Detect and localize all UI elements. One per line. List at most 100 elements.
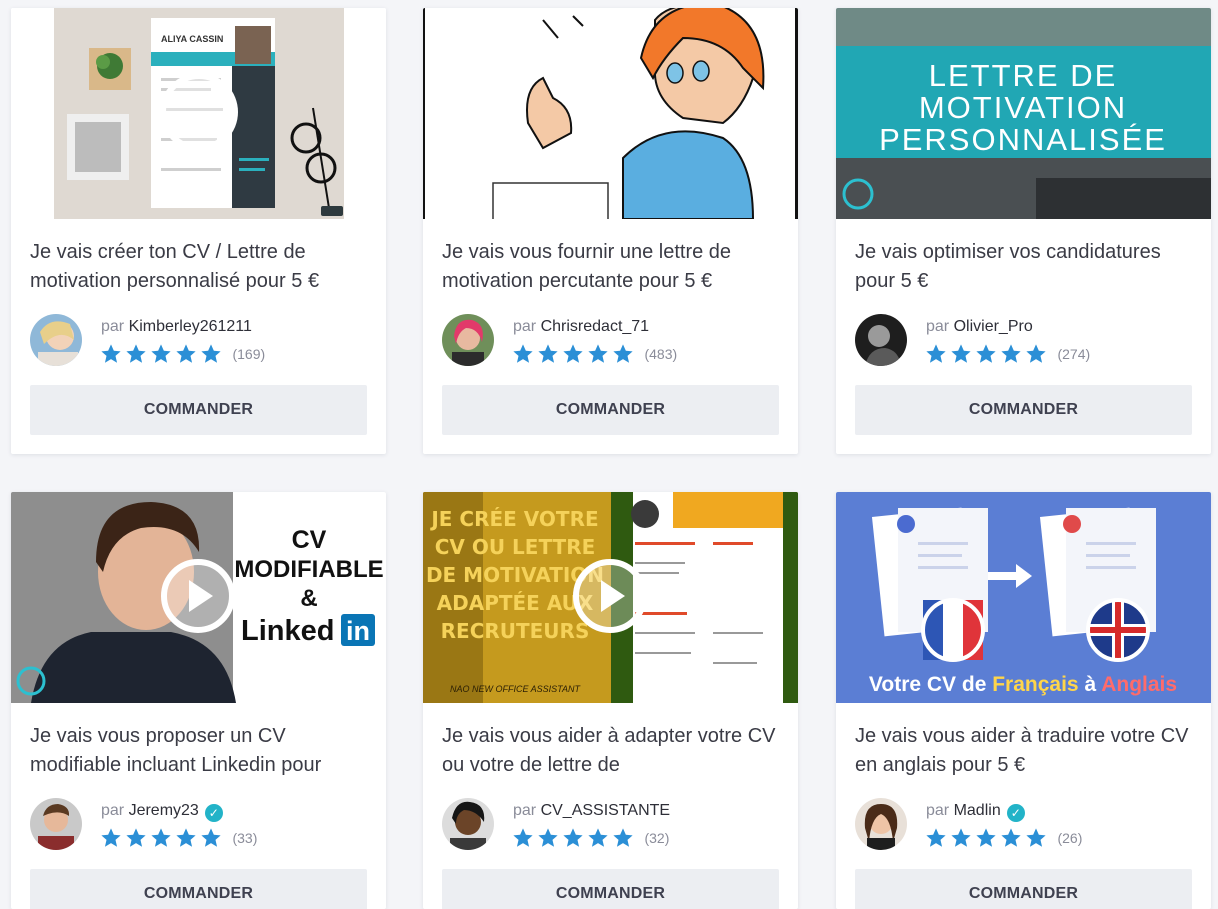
star-icon — [100, 827, 122, 849]
star-icon — [512, 827, 534, 849]
avatar[interactable] — [442, 798, 494, 850]
star-icon — [975, 343, 997, 365]
rating-count: (274) — [1057, 346, 1091, 362]
gig-card[interactable]: LETTRE DE MOTIVATION PERSONNALISÉE Je va… — [836, 8, 1211, 454]
order-button[interactable]: COMMANDER — [855, 385, 1192, 435]
gig-thumbnail[interactable]: CV MODIFIABLE & Linked in — [11, 492, 386, 703]
star-icon — [537, 343, 559, 365]
seller-info: par Jeremy23 ✓ (33) — [30, 798, 370, 852]
gig-title[interactable]: Je vais vous fournir une lettre de motiv… — [442, 238, 787, 296]
gig-thumbnail[interactable] — [423, 8, 798, 219]
thumb-text: in — [346, 616, 370, 646]
thumb-text: & — [300, 585, 317, 612]
seller-name[interactable]: Chrisredact_71 — [541, 318, 650, 335]
order-button[interactable]: COMMANDER — [442, 385, 779, 435]
star-icon — [1000, 827, 1022, 849]
star-icon — [925, 343, 947, 365]
star-icon — [200, 827, 222, 849]
star-icon — [200, 343, 222, 365]
seller-name[interactable]: Madlin — [954, 802, 1001, 819]
order-button[interactable]: COMMANDER — [30, 385, 367, 435]
gig-thumbnail[interactable]: Votre CV de Français à Anglais — [836, 492, 1211, 703]
gig-thumbnail[interactable]: ALIYA CASSIN — [11, 8, 386, 219]
star-icon — [125, 343, 147, 365]
avatar[interactable] — [442, 314, 494, 366]
by-label: par — [101, 802, 125, 819]
star-icon — [587, 827, 609, 849]
seller-info: par CV_ASSISTANTE (32) — [442, 798, 782, 852]
star-icon — [587, 343, 609, 365]
avatar[interactable] — [30, 798, 82, 850]
rating: (32) — [512, 827, 669, 849]
thumb-text: ALIYA CASSIN — [161, 34, 223, 44]
star-icon — [1025, 827, 1047, 849]
play-icon — [160, 73, 238, 151]
avatar[interactable] — [855, 798, 907, 850]
thumb-text: RECRUTEURS — [441, 619, 590, 643]
rating-count: (32) — [644, 830, 670, 846]
star-icon — [950, 343, 972, 365]
by-label: par — [101, 318, 125, 335]
seller-name[interactable]: Olivier_Pro — [954, 318, 1033, 335]
avatar[interactable] — [855, 314, 907, 366]
by-label: par — [513, 802, 537, 819]
seller-byline: par CV_ASSISTANTE — [513, 802, 670, 820]
by-label: par — [926, 802, 950, 819]
thumb-text: JE CRÉE VOTRE — [429, 507, 598, 531]
gig-title[interactable]: Je vais créer ton CV / Lettre de motivat… — [30, 238, 375, 296]
gig-card[interactable]: Votre CV de Français à Anglais Je vais v… — [836, 492, 1211, 909]
thumb-caption: Votre CV de Français à Anglais — [869, 673, 1177, 696]
star-icon — [612, 343, 634, 365]
star-icon — [562, 827, 584, 849]
star-icon — [562, 343, 584, 365]
seller-byline: par Chrisredact_71 — [513, 318, 649, 336]
seller-info: par Olivier_Pro (274) — [855, 314, 1195, 368]
star-icon — [537, 827, 559, 849]
star-icon — [512, 343, 534, 365]
seller-info: par Kimberley261211 (169) — [30, 314, 370, 368]
order-button[interactable]: COMMANDER — [855, 869, 1192, 909]
star-icon — [612, 827, 634, 849]
thumb-text: MODIFIABLE — [234, 556, 383, 583]
gig-card[interactable]: JE CRÉE VOTRE CV OU LETTRE DE MOTIVATION… — [423, 492, 798, 909]
seller-byline: par Olivier_Pro — [926, 318, 1033, 336]
star-icon — [150, 827, 172, 849]
order-button[interactable]: COMMANDER — [30, 869, 367, 909]
by-label: par — [926, 318, 950, 335]
seller-info: par Chrisredact_71 (483) — [442, 314, 782, 368]
star-icon — [1000, 343, 1022, 365]
seller-name[interactable]: CV_ASSISTANTE — [541, 802, 671, 819]
thumb-text: NAO NEW OFFICE ASSISTANT — [450, 684, 582, 694]
star-icon — [925, 827, 947, 849]
avatar[interactable] — [30, 314, 82, 366]
rating: (26) — [925, 827, 1082, 849]
gig-grid: ALIYA CASSIN Je vais créer ton CV / Lett… — [0, 0, 1218, 909]
order-button[interactable]: COMMANDER — [442, 869, 779, 909]
seller-name[interactable]: Jeremy23 — [129, 802, 199, 819]
seller-name[interactable]: Kimberley261211 — [129, 318, 252, 335]
rating: (483) — [512, 343, 677, 365]
star-icon — [175, 827, 197, 849]
gig-title[interactable]: Je vais vous aider à adapter votre CV ou… — [442, 722, 787, 780]
seller-byline: par Madlin ✓ — [926, 802, 1025, 822]
thumb-text: ADAPTÉE AUX — [437, 591, 594, 615]
rating-count: (26) — [1057, 830, 1083, 846]
star-icon — [100, 343, 122, 365]
thumb-text: CV OU LETTRE — [435, 535, 596, 559]
gig-card[interactable]: Je vais vous fournir une lettre de motiv… — [423, 8, 798, 454]
star-icon — [975, 827, 997, 849]
star-icon — [950, 827, 972, 849]
gig-thumbnail[interactable]: JE CRÉE VOTRE CV OU LETTRE DE MOTIVATION… — [423, 492, 798, 703]
star-icon — [125, 827, 147, 849]
gig-title[interactable]: Je vais optimiser vos candidatures pour … — [855, 238, 1200, 296]
thumb-text: CV — [292, 526, 327, 554]
rating-count: (169) — [232, 346, 266, 362]
thumb-text: PERSONNALISÉE — [879, 122, 1167, 157]
gig-card[interactable]: ALIYA CASSIN Je vais créer ton CV / Lett… — [11, 8, 386, 454]
gig-title[interactable]: Je vais vous aider à traduire votre CV e… — [855, 722, 1200, 780]
rating: (169) — [100, 343, 265, 365]
gig-title[interactable]: Je vais vous proposer un CV modifiable i… — [30, 722, 375, 780]
gig-thumbnail[interactable]: LETTRE DE MOTIVATION PERSONNALISÉE — [836, 8, 1211, 219]
gig-card[interactable]: CV MODIFIABLE & Linked in Je vais vous p… — [11, 492, 386, 909]
seller-byline: par Kimberley261211 — [101, 318, 252, 336]
